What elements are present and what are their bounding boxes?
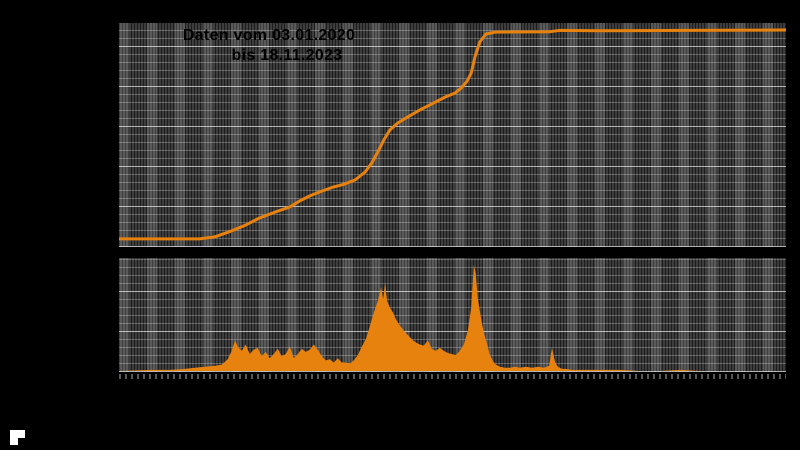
title-line-2: bis 18.11.2023 <box>231 47 343 64</box>
title-line-1: Daten vom 03.01.2020 <box>182 27 356 44</box>
corner-logo-bar <box>10 430 25 438</box>
daily-histogram-chart <box>119 265 786 371</box>
daily-chart-panel <box>119 258 786 372</box>
corner-logo-stem <box>10 438 18 445</box>
chart-page: Daten vom 03.01.2020 bis 18.11.2023 <box>0 0 800 450</box>
x-axis-tick-strip <box>119 374 786 379</box>
chart-title: Daten vom 03.01.2020 bis 18.11.2023 <box>119 26 419 66</box>
corner-logo <box>10 430 25 445</box>
daily-histogram-series <box>119 265 786 371</box>
